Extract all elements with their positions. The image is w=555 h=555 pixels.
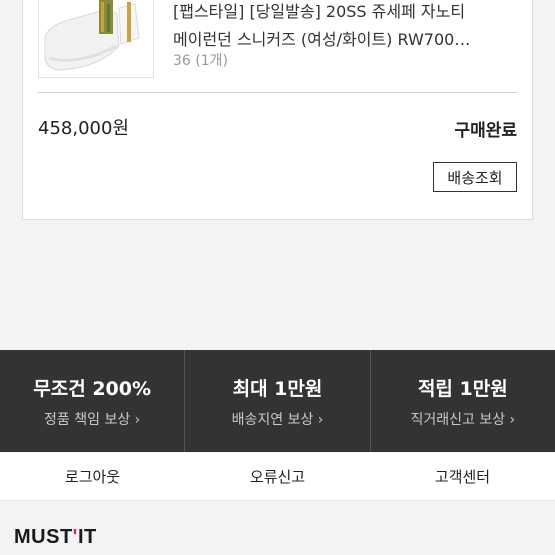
logo-prefix: MUST <box>14 526 73 548</box>
product-thumbnail[interactable] <box>38 0 154 78</box>
benefit-direct-trade[interactable]: 적립 1만원 직거래신고 보상 › <box>369 350 555 452</box>
track-delivery-button[interactable]: 배송조회 <box>433 162 517 192</box>
benefit-subtitle: 직거래신고 보상 › <box>410 411 516 428</box>
logo-suffix: IT <box>77 526 97 548</box>
product-option: 36 (1개) <box>173 53 228 69</box>
benefit-title: 적립 1만원 <box>417 377 508 400</box>
footer-links: 로그아웃 오류신고 고객센터 <box>0 453 555 501</box>
benefit-delay[interactable]: 최대 1만원 배송지연 보상 › <box>184 350 369 452</box>
order-price: 458,000원 <box>38 118 129 139</box>
benefit-title: 무조건 200% <box>33 377 152 400</box>
logout-link[interactable]: 로그아웃 <box>0 453 185 500</box>
brand-footer: MUST'IT <box>0 502 555 555</box>
benefit-title: 최대 1만원 <box>232 377 323 400</box>
sneaker-image <box>39 0 153 77</box>
divider <box>38 92 517 93</box>
customer-center-link[interactable]: 고객센터 <box>370 453 555 500</box>
product-title-line1: [팹스타일] [당일발송] 20SS 쥬세페 자노티 <box>173 2 466 21</box>
benefit-subtitle: 배송지연 보상 › <box>231 411 324 428</box>
benefit-subtitle: 정품 책임 보상 › <box>44 411 141 428</box>
benefits-banner: 무조건 200% 정품 책임 보상 › 최대 1만원 배송지연 보상 › 적립 … <box>0 350 555 452</box>
report-error-link[interactable]: 오류신고 <box>185 453 370 500</box>
mustit-logo: MUST'IT <box>14 526 97 549</box>
order-card: [팹스타일] [당일발송] 20SS 쥬세페 자노티 메이런던 스니커즈 (여성… <box>22 0 533 220</box>
order-status: 구매완료 <box>454 121 517 141</box>
product-title[interactable]: [팹스타일] [당일발송] 20SS 쥬세페 자노티 메이런던 스니커즈 (여성… <box>173 0 523 54</box>
benefit-authenticity[interactable]: 무조건 200% 정품 책임 보상 › <box>0 350 184 452</box>
